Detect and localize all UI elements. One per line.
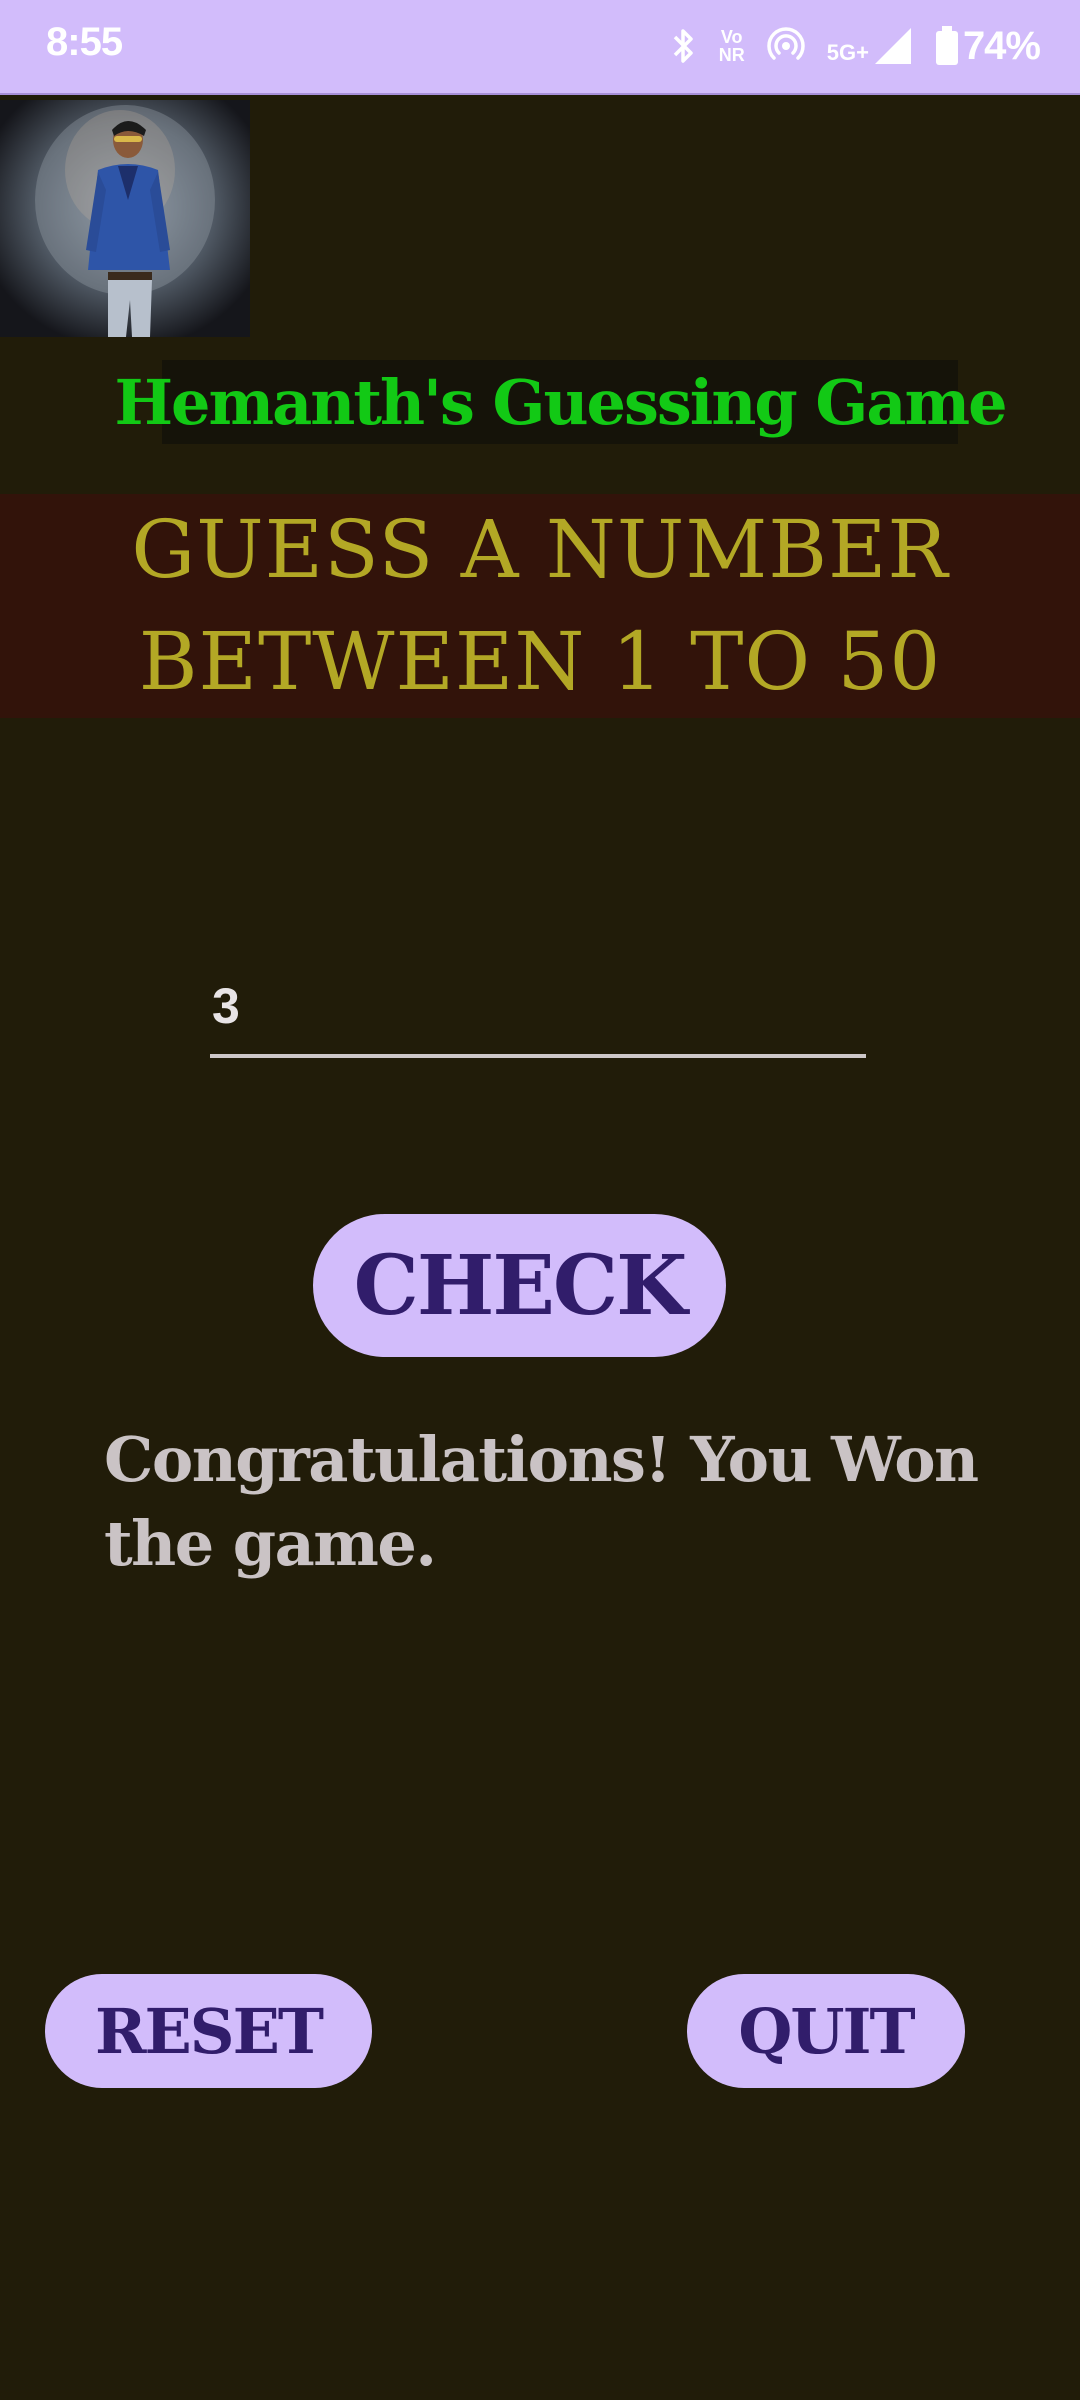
guess-number-input[interactable]: [210, 958, 866, 1058]
bluetooth-icon: [671, 27, 697, 65]
reset-button[interactable]: RESET: [45, 1974, 372, 2088]
result-message: Congratulations! You Won the game.: [104, 1423, 979, 1580]
profile-photo: [0, 100, 250, 337]
prompt-line-2: BETWEEN 1 TO 50: [138, 615, 942, 708]
app-title: Hemanth's Guessing Game: [114, 360, 1008, 444]
signal-icon: 5G+: [827, 26, 913, 66]
volte-top-label: Vo: [720, 27, 743, 47]
status-time: 8:55: [46, 20, 123, 64]
guess-prompt-banner: GUESS A NUMBER BETWEEN 1 TO 50: [0, 494, 1080, 718]
volte-icon: Vo NR: [719, 28, 745, 64]
hotspot-icon: [766, 27, 805, 65]
status-bar: 8:55 Vo NR 5G+ 74%: [0, 0, 1080, 95]
volte-bottom-label: NR: [718, 45, 745, 65]
battery-percent: 74%: [962, 23, 1041, 68]
network-type-label: 5G+: [826, 40, 869, 65]
battery-icon: 74%: [935, 23, 1041, 69]
check-button[interactable]: CHECK: [313, 1214, 726, 1357]
prompt-line-1: GUESS A NUMBER: [131, 503, 949, 596]
status-icons: Vo NR 5G+ 74%: [671, 16, 1041, 76]
quit-button[interactable]: QUIT: [687, 1974, 965, 2088]
